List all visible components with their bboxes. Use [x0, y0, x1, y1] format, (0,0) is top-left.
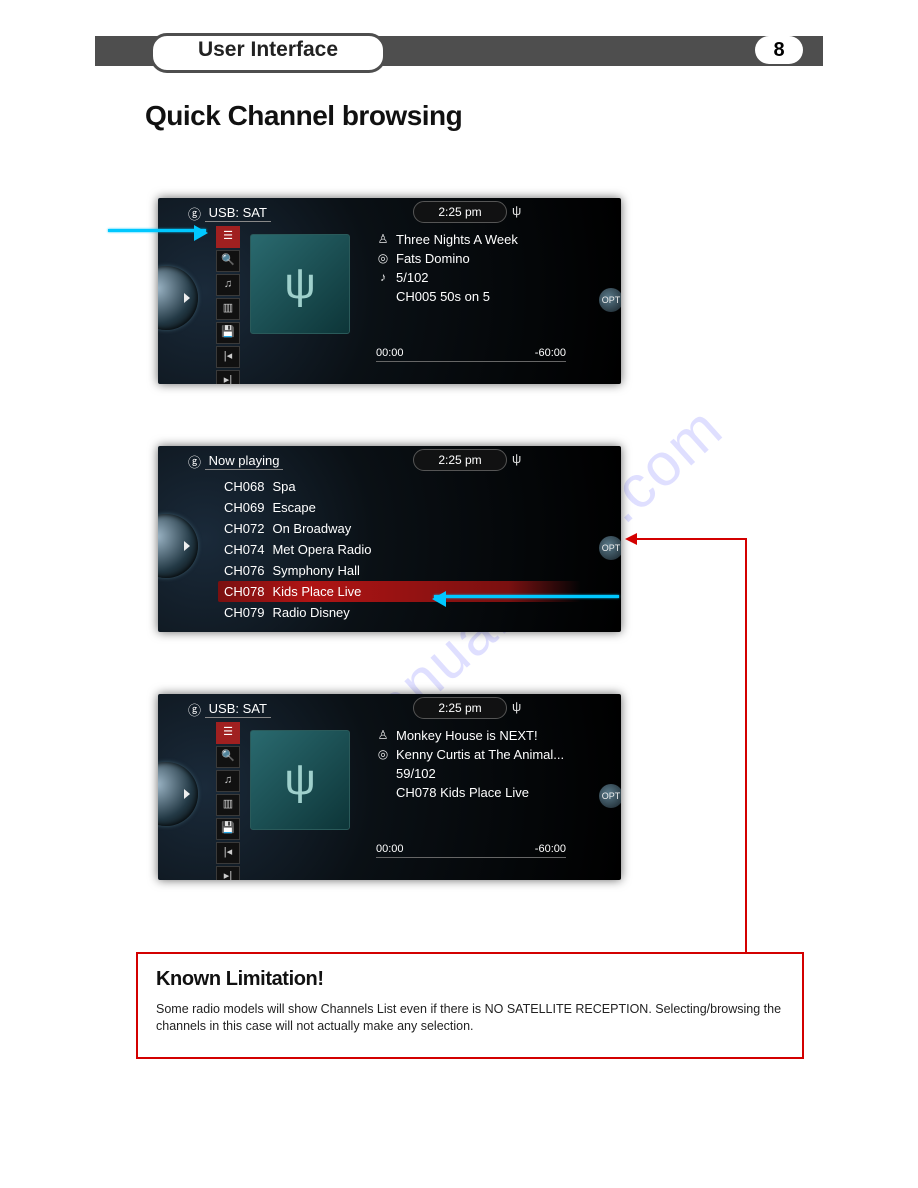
- album-art-usb: ψ: [250, 730, 350, 830]
- save-icon[interactable]: 💾: [216, 818, 240, 840]
- screenshot-now-playing-before: ⓖ USB: SAT 2:25 pm ψ ☰ 🔍 ♫ ▥ 💾 |◂ ▸| ψ ♙…: [158, 198, 621, 384]
- bt-icon: ⓖ: [188, 700, 201, 719]
- usb-icon: ψ: [512, 451, 521, 466]
- callout-heading: Known Limitation!: [156, 968, 784, 991]
- disc-icon: ◎: [376, 249, 390, 268]
- prev-icon[interactable]: |◂: [216, 842, 240, 864]
- disc-icon: ◎: [376, 745, 390, 764]
- usb-icon: ψ: [512, 699, 521, 714]
- time-start: 00:00: [376, 843, 404, 855]
- song-title: Monkey House is NEXT!: [396, 726, 538, 745]
- annotation-arrow-2: [434, 595, 619, 598]
- time-end: -60:00: [535, 347, 566, 359]
- source-bar: ⓖ Now playing: [158, 450, 621, 472]
- lib-icon[interactable]: ▥: [216, 794, 240, 816]
- bt-icon: ⓖ: [188, 452, 201, 471]
- search-icon[interactable]: 🔍: [216, 250, 240, 272]
- clock: 2:25 pm: [413, 697, 507, 719]
- annotation-red-arrowhead: [625, 533, 637, 545]
- known-limitation-callout: Known Limitation! Some radio models will…: [136, 952, 804, 1059]
- track-metadata: ♙ Monkey House is NEXT! ◎ Kenny Curtis at …: [376, 726, 564, 802]
- time-bar: 00:00 -60:00: [376, 843, 566, 858]
- track-position: 59/102: [396, 764, 436, 783]
- channel-line: CH078 Kids Place Live: [396, 783, 529, 802]
- screenshot-channel-list: ⓖ Now playing 2:25 pm ψ CH068Spa CH069Es…: [158, 446, 621, 632]
- page-title: Quick Channel browsing: [145, 100, 462, 132]
- list-item[interactable]: CH079Radio Disney: [218, 602, 581, 623]
- callout-body: Some radio models will show Channels Lis…: [156, 1001, 784, 1035]
- annotation-red-line: [637, 538, 747, 540]
- artist-name: Kenny Curtis at The Animal...: [396, 745, 564, 764]
- page-number-pill: 8: [755, 36, 803, 64]
- artist-name: Fats Domino: [396, 249, 470, 268]
- source-label: Now playing: [205, 453, 284, 470]
- idrive-knob[interactable]: [158, 514, 198, 578]
- search-icon[interactable]: 🔍: [216, 746, 240, 768]
- annotation-arrow-1: [108, 229, 206, 232]
- person-icon: ♙: [376, 726, 390, 745]
- section-title-pill: User Interface: [150, 33, 386, 73]
- save-icon[interactable]: 💾: [216, 322, 240, 344]
- track-metadata: ♙ Three Nights A Week ◎ Fats Domino ♪ 5/102…: [376, 230, 518, 306]
- source-label: USB: SAT: [205, 205, 271, 222]
- prev-icon[interactable]: |◂: [216, 346, 240, 368]
- note-icon: ♪: [376, 268, 390, 287]
- album-art-usb: ψ: [250, 234, 350, 334]
- time-bar: 00:00 -60:00: [376, 347, 566, 362]
- opt-button[interactable]: OPT: [599, 536, 621, 560]
- usb-icon: ψ: [512, 203, 521, 218]
- list-item[interactable]: CH074Met Opera Radio: [218, 539, 581, 560]
- next-icon[interactable]: ▸|: [216, 370, 240, 384]
- person-icon: ♙: [376, 230, 390, 249]
- list-item[interactable]: CH072On Broadway: [218, 518, 581, 539]
- list-item-selected[interactable]: CH078Kids Place Live: [218, 581, 581, 602]
- browse-icon[interactable]: ♫: [216, 274, 240, 296]
- channel-list: CH068Spa CH069Escape CH072On Broadway CH…: [218, 476, 581, 623]
- clock: 2:25 pm: [413, 201, 507, 223]
- sidebar-iconstrip: ☰ 🔍 ♫ ▥ 💾 |◂ ▸|: [216, 226, 238, 384]
- time-start: 00:00: [376, 347, 404, 359]
- list-icon[interactable]: ☰: [216, 226, 240, 248]
- list-icon[interactable]: ☰: [216, 722, 240, 744]
- idrive-knob[interactable]: [158, 266, 198, 330]
- channel-line: CH005 50s on 5: [396, 287, 490, 306]
- source-bar: ⓖ USB: SAT: [158, 698, 621, 720]
- idrive-knob[interactable]: [158, 762, 198, 826]
- opt-button[interactable]: OPT: [599, 288, 621, 312]
- bt-icon: ⓖ: [188, 204, 201, 223]
- source-bar: ⓖ USB: SAT: [158, 202, 621, 224]
- opt-button[interactable]: OPT: [599, 784, 621, 808]
- annotation-red-line: [745, 538, 747, 953]
- list-item[interactable]: CH069Escape: [218, 497, 581, 518]
- song-title: Three Nights A Week: [396, 230, 518, 249]
- list-item[interactable]: CH076Symphony Hall: [218, 560, 581, 581]
- clock: 2:25 pm: [413, 449, 507, 471]
- sidebar-iconstrip: ☰ 🔍 ♫ ▥ 💾 |◂ ▸|: [216, 722, 238, 880]
- list-item[interactable]: CH068Spa: [218, 476, 581, 497]
- source-label: USB: SAT: [205, 701, 271, 718]
- time-end: -60:00: [535, 843, 566, 855]
- browse-icon[interactable]: ♫: [216, 770, 240, 792]
- lib-icon[interactable]: ▥: [216, 298, 240, 320]
- next-icon[interactable]: ▸|: [216, 866, 240, 880]
- track-position: 5/102: [396, 268, 429, 287]
- screenshot-now-playing-after: ⓖ USB: SAT 2:25 pm ψ ☰ 🔍 ♫ ▥ 💾 |◂ ▸| ψ ♙…: [158, 694, 621, 880]
